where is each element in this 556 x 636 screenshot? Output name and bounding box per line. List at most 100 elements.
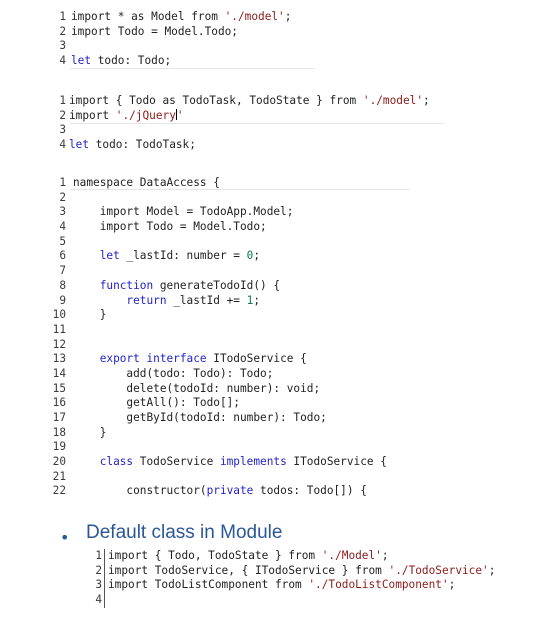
- code-text: add(todo: Todo): Todo;: [73, 367, 273, 382]
- code-token: import Model = TodoApp.Model;: [73, 205, 294, 219]
- code-line: 10 }: [52, 308, 107, 323]
- code-line: 4 let todo: TodoTask;: [52, 138, 196, 153]
- code-token: add(todo: Todo): Todo;: [73, 366, 274, 380]
- code-token: import { Todo as TodoTask, TodoState } f…: [69, 94, 363, 107]
- line-number: 17: [52, 411, 66, 424]
- line-number: 22: [52, 484, 66, 498]
- code-text: import { Todo, TodoState } from './Model…: [108, 549, 389, 564]
- line-number: 15: [52, 381, 66, 395]
- code-token: import TodoListComponent from: [108, 578, 309, 592]
- line-number: 5: [59, 234, 66, 248]
- keyword-token: private: [206, 484, 254, 498]
- keyword-token: let: [71, 54, 92, 68]
- string-token: './TodoListComponent': [308, 578, 449, 592]
- code-token: _lastId: number =: [119, 249, 247, 263]
- code-line: 16 getAll(): Todo[];: [52, 396, 240, 411]
- code-text: import { Todo as TodoTask, TodoState } f…: [69, 94, 430, 109]
- code-line: 5: [52, 235, 66, 250]
- code-token: ;: [448, 578, 456, 592]
- code-line: 18 }: [52, 425, 107, 441]
- code-token: import Todo = Model.Todo;: [73, 220, 267, 234]
- line-number: 3: [95, 578, 102, 592]
- code-text: let todo: Todo;: [71, 54, 171, 69]
- code-text: function generateTodoId() {: [73, 279, 280, 294]
- line-number: 11: [52, 322, 66, 336]
- code-text: }: [73, 426, 107, 441]
- line-number: 1: [59, 94, 66, 107]
- code-token: _lastId +=: [166, 293, 247, 307]
- line-number: 2: [95, 563, 102, 577]
- code-token: constructor(: [73, 484, 207, 498]
- code-snippet-default-import: 1 import { Todo, TodoState } from './Mode…: [80, 549, 495, 608]
- keyword-token: let: [69, 138, 90, 152]
- code-line: 19: [52, 440, 66, 455]
- code-line: 3: [52, 123, 66, 138]
- code-line: 2 import TodoService, { ITodoService } fr…: [80, 563, 495, 579]
- line-number: 2: [59, 108, 66, 122]
- code-token: getAll(): Todo[];: [73, 396, 240, 410]
- line-number: 18: [52, 425, 66, 439]
- line-number: 3: [59, 205, 66, 219]
- code-line: 20 class TodoService implements ITodoSer…: [52, 455, 387, 470]
- gutter-divider: [104, 549, 105, 608]
- code-line: 15 delete(todoId: number): void;: [52, 381, 320, 397]
- code-snippet-namespace-dataaccess: 1 namespace DataAccess { 2 3 import Model =…: [52, 176, 387, 499]
- code-token: import TodoService, { ITodoService } fro…: [108, 563, 389, 577]
- code-token: generateTodoId() {: [153, 278, 281, 292]
- code-token: namespace DataAccess {: [73, 176, 220, 189]
- divider: [70, 189, 410, 190]
- divider: [70, 123, 445, 124]
- code-token: import: [69, 108, 116, 122]
- code-line: 3 import Model = TodoApp.Model;: [52, 205, 293, 220]
- string-token: './model': [362, 94, 424, 107]
- keyword-token: class: [73, 455, 134, 469]
- code-token: ;: [381, 549, 389, 562]
- code-text: }: [73, 308, 107, 323]
- code-token: ;: [423, 94, 430, 107]
- string-token: './Model': [321, 549, 382, 562]
- line-number: 4: [59, 138, 66, 152]
- line-number: 2: [59, 24, 66, 38]
- line-number: 6: [59, 249, 66, 263]
- code-line: 9 return _lastId += 1;: [52, 293, 260, 309]
- line-number: 1: [59, 176, 66, 189]
- code-token: todos: Todo[]) {: [253, 484, 367, 498]
- code-token: todo: Todo;: [91, 54, 172, 68]
- line-number: 14: [52, 366, 66, 380]
- line-number: 4: [59, 54, 66, 68]
- line-number: 12: [52, 337, 66, 351]
- code-text: getAll(): Todo[];: [73, 396, 240, 411]
- code-line: 3: [52, 39, 66, 54]
- code-line: 1 namespace DataAccess {: [52, 176, 220, 191]
- line-number: 19: [52, 440, 66, 454]
- line-number: 9: [59, 293, 66, 307]
- code-token: ;: [488, 563, 496, 577]
- code-line: 4: [80, 593, 102, 608]
- code-line: 2 import Todo = Model.Todo;: [52, 24, 238, 40]
- line-number: 10: [52, 308, 66, 322]
- code-token: import Todo = Model.Todo;: [71, 24, 238, 38]
- code-token: ;: [253, 293, 261, 307]
- code-line: 7: [52, 264, 66, 279]
- keyword-token: let: [73, 249, 120, 263]
- code-line: 11: [52, 323, 66, 338]
- code-line: 21: [52, 470, 66, 485]
- code-text: import Todo = Model.Todo;: [71, 25, 238, 40]
- keyword-token: return: [73, 293, 167, 307]
- code-line: 2 import './jQuery': [52, 108, 184, 124]
- line-number: 8: [59, 278, 66, 292]
- code-text: let todo: TodoTask;: [69, 138, 196, 153]
- code-line: 1 import * as Model from './model';: [52, 10, 291, 25]
- snippet-clip: [55, 498, 495, 506]
- line-number: 2: [59, 190, 66, 204]
- code-token: ITodoService {: [206, 352, 307, 366]
- code-text: import TodoService, { ITodoService } fro…: [108, 564, 495, 579]
- code-text: delete(todoId: number): void;: [73, 382, 320, 397]
- line-number: 3: [59, 123, 66, 137]
- string-token: './model': [224, 10, 285, 23]
- line-number: 13: [52, 352, 66, 366]
- keyword-token: export interface: [73, 352, 207, 366]
- code-text: constructor(private todos: Todo[]) {: [73, 484, 367, 499]
- line-number: 4: [59, 220, 66, 234]
- code-token: TodoService: [133, 455, 220, 469]
